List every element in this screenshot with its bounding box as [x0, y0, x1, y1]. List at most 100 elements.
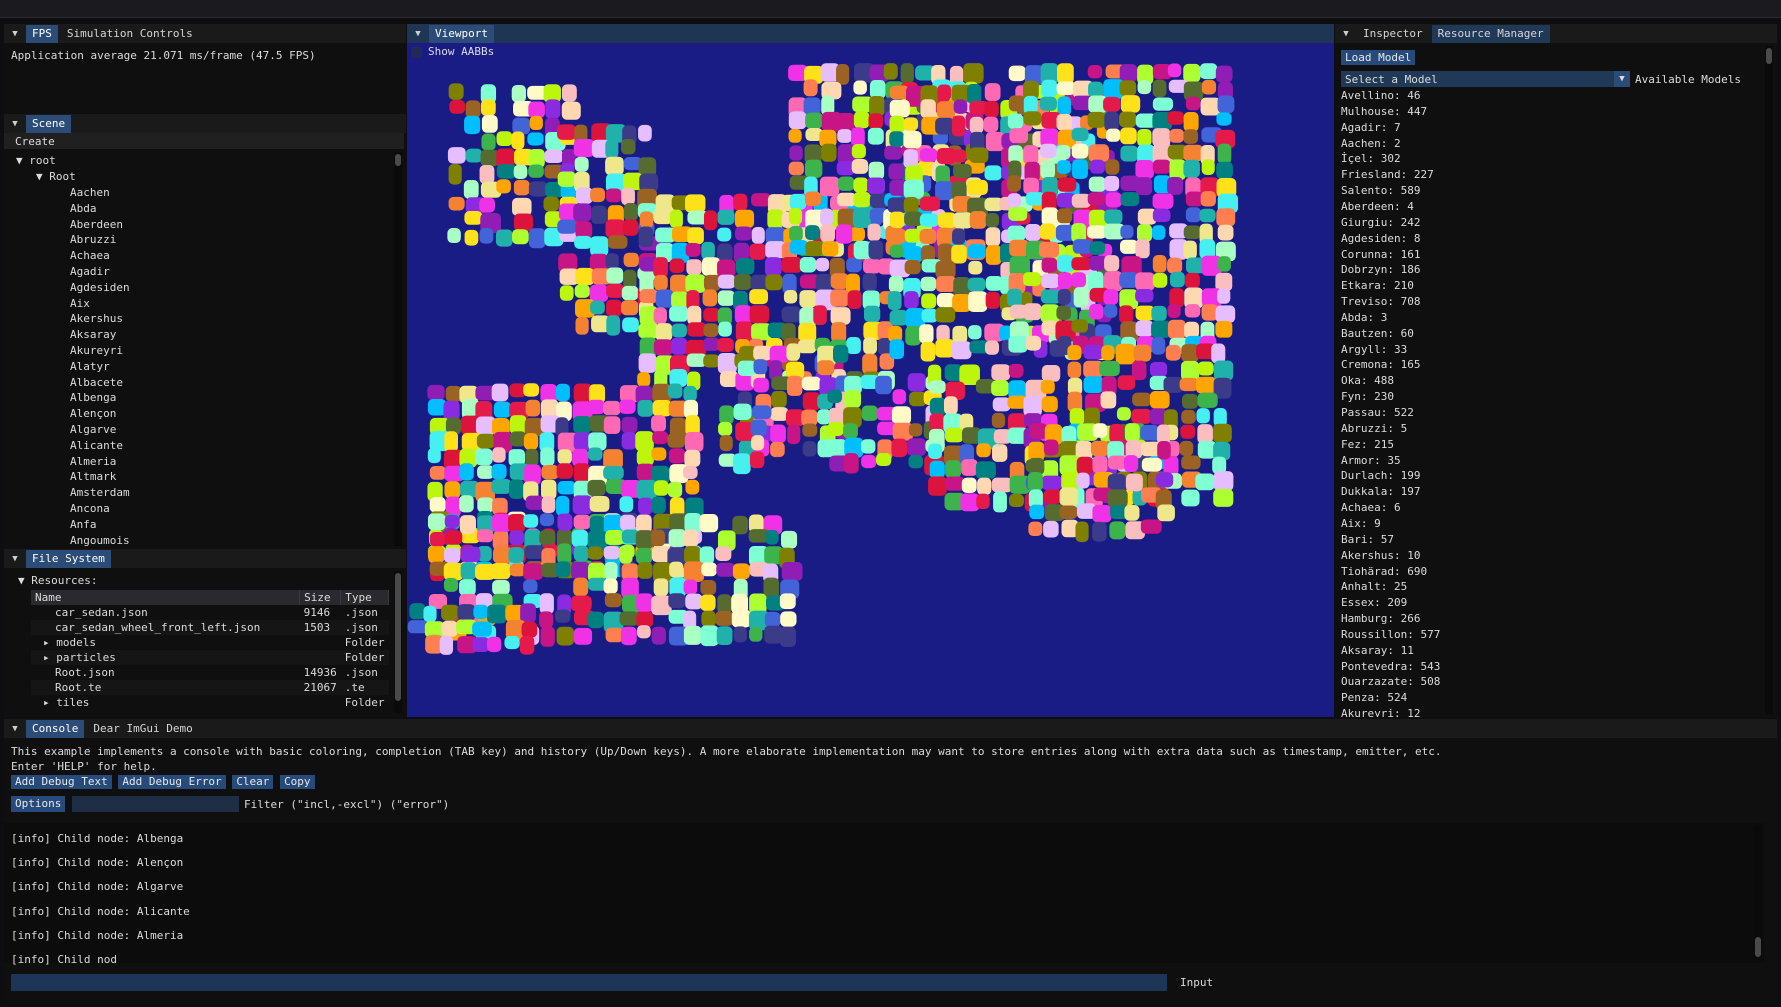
- model-list-item[interactable]: Argyll: 33: [1341, 343, 1407, 356]
- model-list-item[interactable]: Etkara: 210: [1341, 279, 1414, 292]
- model-list-item[interactable]: Akershus: 10: [1341, 549, 1420, 562]
- clear-button[interactable]: Clear: [232, 775, 274, 789]
- tree-node-item[interactable]: Agadir: [70, 265, 110, 278]
- model-list-item[interactable]: Dobrzyn: 186: [1341, 263, 1420, 276]
- model-list-item[interactable]: Cremona: 165: [1341, 358, 1420, 371]
- scene-scrollbar[interactable]: [394, 152, 402, 546]
- file-table-row[interactable]: ▸ particles Folder: [31, 650, 389, 665]
- model-list-item[interactable]: Oka: 488: [1341, 374, 1394, 387]
- collapse-arrow-icon[interactable]: ▼: [10, 29, 20, 39]
- model-list-item[interactable]: Corunna: 161: [1341, 248, 1420, 261]
- model-list-item[interactable]: Salento: 589: [1341, 184, 1420, 197]
- model-list-item[interactable]: Bautzen: 60: [1341, 327, 1414, 340]
- inspector-scrollbar[interactable]: [1765, 46, 1773, 714]
- column-header-size[interactable]: Size: [299, 590, 342, 605]
- model-list-item[interactable]: Dukkala: 197: [1341, 485, 1420, 498]
- file-system-scrollbar[interactable]: [394, 571, 402, 713]
- add-debug-text-button[interactable]: Add Debug Text: [11, 775, 112, 789]
- tree-node-item[interactable]: Alatyr: [70, 360, 110, 373]
- create-menu[interactable]: Create: [4, 133, 404, 149]
- tab-fps[interactable]: FPS: [26, 24, 58, 43]
- model-list-item[interactable]: Friesland: 227: [1341, 168, 1434, 181]
- model-list-item[interactable]: Giurgiu: 242: [1341, 216, 1420, 229]
- tab-inspector[interactable]: Inspector: [1357, 25, 1429, 43]
- tab-resource-manager[interactable]: Resource Manager: [1431, 24, 1550, 43]
- load-model-button[interactable]: Load Model: [1341, 50, 1416, 65]
- model-list-item[interactable]: Akureyri: 12: [1341, 707, 1420, 717]
- model-list-item[interactable]: Treviso: 708: [1341, 295, 1420, 308]
- model-list-item[interactable]: Agdesiden: 8: [1341, 232, 1420, 245]
- model-list-item[interactable]: Pontevedra: 543: [1341, 660, 1440, 673]
- tab-file-system[interactable]: File System: [26, 549, 111, 568]
- tree-node-item[interactable]: Almeria: [70, 455, 116, 468]
- model-list-item[interactable]: Achaea: 6: [1341, 501, 1401, 514]
- tab-dear-imgui-demo[interactable]: Dear ImGui Demo: [87, 720, 198, 738]
- file-table-row[interactable]: car_sedan.json 9146 .json: [31, 605, 389, 620]
- file-table-row[interactable]: ▸ tiles Folder: [31, 695, 389, 710]
- model-list-item[interactable]: Penza: 524: [1341, 691, 1407, 704]
- model-list-item[interactable]: Bari: 57: [1341, 533, 1394, 546]
- tab-scene[interactable]: Scene: [26, 114, 72, 133]
- model-list-item[interactable]: Aksaray: 11: [1341, 644, 1414, 657]
- model-list-item[interactable]: Agadir: 7: [1341, 121, 1401, 134]
- model-list-item[interactable]: Hamburg: 266: [1341, 612, 1420, 625]
- tab-console[interactable]: Console: [26, 719, 85, 738]
- model-list-item[interactable]: Anhalt: 25: [1341, 580, 1407, 593]
- tree-node-item[interactable]: Aachen: [70, 186, 110, 199]
- model-list-item[interactable]: Fyn: 230: [1341, 390, 1394, 403]
- console-input[interactable]: [11, 974, 1167, 991]
- file-table-row[interactable]: car_sedan_wheel_front_left.json 1503 .json: [31, 620, 389, 635]
- model-list-item[interactable]: Ouarzazate: 508: [1341, 675, 1440, 688]
- tree-node-item[interactable]: Agdesiden: [70, 281, 130, 294]
- model-list-item[interactable]: Essex: 209: [1341, 596, 1407, 609]
- file-table-row[interactable]: Root.te 21067 .te: [31, 680, 389, 695]
- column-header-type[interactable]: Type: [340, 590, 389, 605]
- tree-node-item[interactable]: Amsterdam: [70, 486, 130, 499]
- expand-arrow-icon[interactable]: ▸: [43, 636, 56, 649]
- tree-node-item[interactable]: Alicante: [70, 439, 123, 452]
- tab-simulation-controls[interactable]: Simulation Controls: [61, 25, 199, 43]
- model-list-item[interactable]: Passau: 522: [1341, 406, 1414, 419]
- scrollbar-thumb[interactable]: [1755, 937, 1761, 957]
- tree-node-root[interactable]: ▼ root: [16, 154, 56, 167]
- model-list-item[interactable]: Abruzzi: 5: [1341, 422, 1407, 435]
- resources-node[interactable]: ▼ Resources:: [18, 574, 97, 587]
- tree-node-item[interactable]: Aix: [70, 297, 90, 310]
- add-debug-error-button[interactable]: Add Debug Error: [118, 775, 226, 789]
- options-button[interactable]: Options: [11, 796, 66, 812]
- model-list-item[interactable]: Aachen: 2: [1341, 137, 1401, 150]
- model-list-item[interactable]: Aix: 9: [1341, 517, 1381, 530]
- collapse-arrow-icon[interactable]: ▼: [413, 29, 423, 39]
- expand-arrow-icon[interactable]: ▸: [43, 651, 56, 664]
- show-aabbs-checkbox[interactable]: Show AABBs: [411, 45, 494, 58]
- tree-node-item[interactable]: Akureyri: [70, 344, 123, 357]
- console-scrollbar[interactable]: [1754, 825, 1762, 959]
- tree-node-item[interactable]: Albacete: [70, 376, 123, 389]
- tree-node-item[interactable]: Aksaray: [70, 328, 116, 341]
- model-list-item[interactable]: Tiohärad: 690: [1341, 565, 1427, 578]
- model-list-item[interactable]: Armor: 35: [1341, 454, 1401, 467]
- model-list-item[interactable]: Abda: 3: [1341, 311, 1387, 324]
- tree-node-item[interactable]: Aberdeen: [70, 218, 123, 231]
- tree-node-item[interactable]: Angoumois: [70, 534, 130, 547]
- model-list-item[interactable]: Aberdeen: 4: [1341, 200, 1414, 213]
- scrollbar-thumb[interactable]: [395, 154, 401, 166]
- model-select[interactable]: Select a Model ▼: [1341, 71, 1630, 87]
- model-list-item[interactable]: İçel: 302: [1341, 152, 1401, 165]
- tree-node-item[interactable]: Abda: [70, 202, 97, 215]
- model-list-item[interactable]: Mulhouse: 447: [1341, 105, 1427, 118]
- model-list-item[interactable]: Roussillon: 577: [1341, 628, 1440, 641]
- collapse-arrow-icon[interactable]: ▼: [10, 554, 20, 564]
- collapse-arrow-icon[interactable]: ▼: [10, 724, 20, 734]
- scrollbar-thumb[interactable]: [395, 573, 401, 701]
- model-list-item[interactable]: Fez: 215: [1341, 438, 1394, 451]
- copy-button[interactable]: Copy: [280, 775, 315, 789]
- file-table-row[interactable]: Root.json 14936 .json: [31, 665, 389, 680]
- expand-arrow-icon[interactable]: ▸: [43, 696, 56, 709]
- dropdown-arrow-icon[interactable]: ▼: [1614, 71, 1630, 87]
- file-table-row[interactable]: ▸ models Folder: [31, 635, 389, 650]
- tree-node-item[interactable]: Albenga: [70, 391, 116, 404]
- checkbox-box[interactable]: [411, 46, 422, 58]
- tree-node-item[interactable]: Ancona: [70, 502, 110, 515]
- tab-viewport[interactable]: Viewport: [429, 24, 494, 43]
